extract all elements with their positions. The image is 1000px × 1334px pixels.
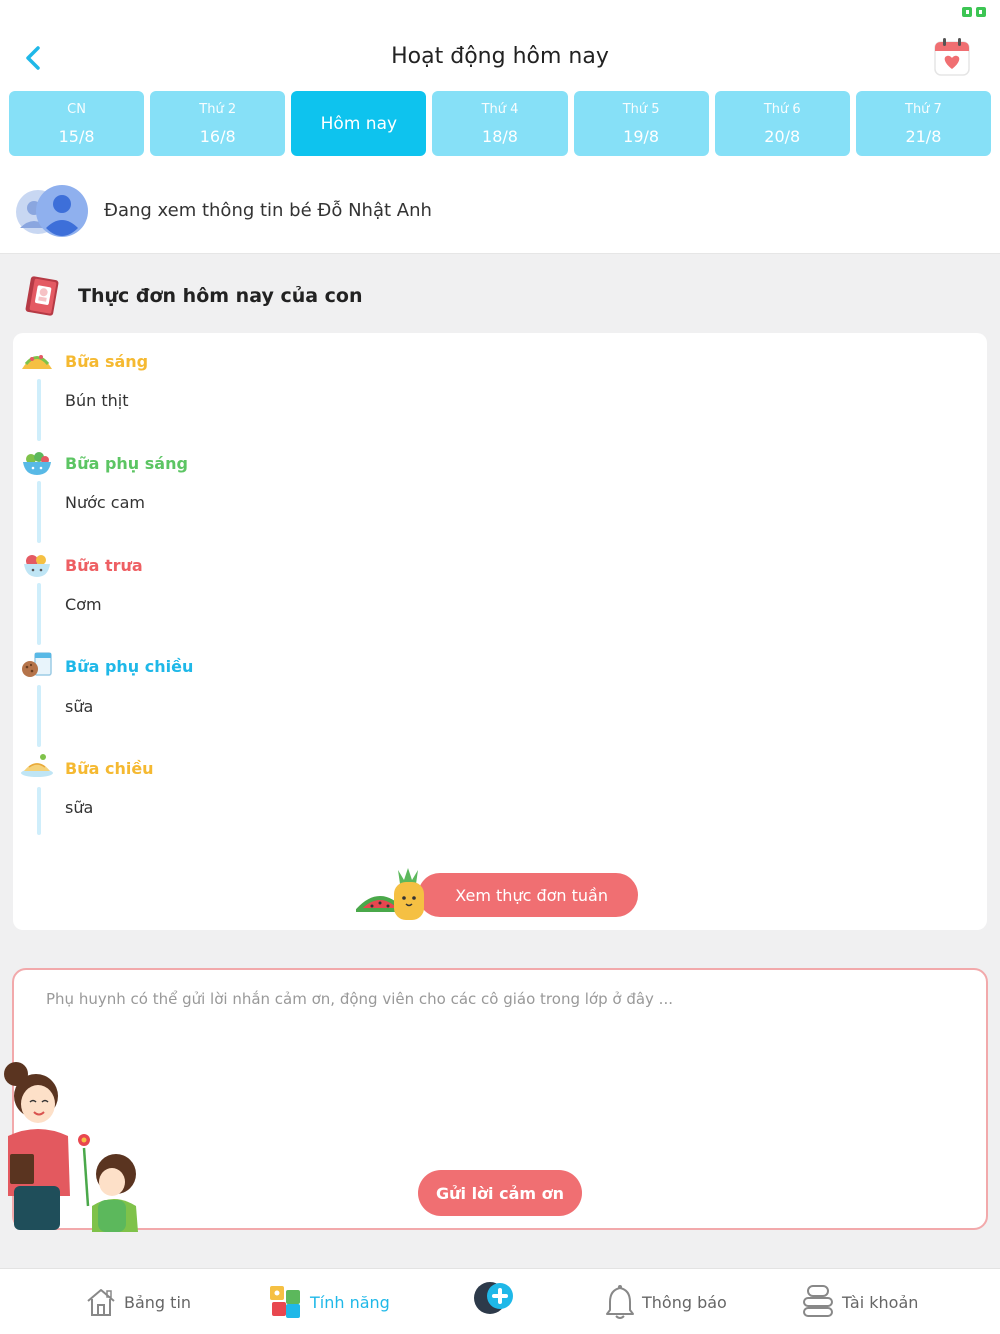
nav-add-button[interactable] bbox=[470, 1279, 518, 1317]
calendar-button[interactable] bbox=[932, 36, 972, 78]
day-today-label: Hôm nay bbox=[320, 113, 398, 134]
day-tab-monday[interactable]: Thứ 2 16/8 bbox=[150, 91, 286, 156]
child-avatar-switch-icon[interactable] bbox=[12, 184, 92, 238]
page-title: Hoạt động hôm nay bbox=[391, 44, 609, 69]
bottom-navigation: Bảng tin Tính năng Thông báo Tài khoản bbox=[0, 1268, 1000, 1334]
bell-icon bbox=[606, 1285, 634, 1319]
section-title: Thực đơn hôm nay của con bbox=[78, 285, 363, 307]
menu-card: Bữa sáng Bún thịt Bữa phụ sáng Nước cam … bbox=[13, 333, 987, 930]
day-name: Thứ 6 bbox=[763, 101, 801, 117]
day-date: 20/8 bbox=[764, 126, 801, 146]
timeline-line bbox=[37, 583, 41, 645]
nav-features[interactable]: Tính năng bbox=[268, 1283, 390, 1321]
send-thanks-label: Gửi lời cảm ơn bbox=[435, 1183, 564, 1203]
meal-title: Bữa phụ chiều bbox=[65, 657, 194, 676]
timeline-line bbox=[37, 481, 41, 543]
view-week-menu-label: Xem thực đơn tuần bbox=[455, 885, 608, 905]
day-date: 18/8 bbox=[482, 126, 518, 146]
meal-title: Bữa chiều bbox=[65, 759, 154, 778]
day-tabs: CN 15/8 Thứ 2 16/8 Hôm nay Thứ 4 18/8 Th… bbox=[0, 88, 1000, 160]
nav-news-feed[interactable]: Bảng tin bbox=[84, 1283, 191, 1321]
calendar-heart-icon bbox=[934, 38, 970, 76]
nav-label: Bảng tin bbox=[124, 1292, 192, 1312]
timeline-line bbox=[37, 379, 41, 441]
timeline-line bbox=[37, 787, 41, 835]
day-tab-sunday[interactable]: CN 15/8 bbox=[9, 91, 145, 156]
meal-title: Bữa sáng bbox=[65, 352, 149, 371]
taco-icon bbox=[22, 355, 52, 369]
teacher-child-illustration bbox=[4, 1062, 138, 1232]
meal-item: sữa bbox=[65, 798, 94, 817]
day-date: 21/8 bbox=[905, 126, 942, 146]
salad-bowl-icon bbox=[23, 452, 51, 475]
nav-label: Tài khoản bbox=[842, 1292, 919, 1312]
view-week-menu-button[interactable]: Xem thực đơn tuần bbox=[418, 873, 638, 917]
meal-title: Bữa phụ sáng bbox=[65, 454, 188, 473]
child-viewing-text: Đang xem thông tin bé Đỗ Nhật Anh bbox=[104, 200, 432, 221]
fruit-bowl-icon bbox=[24, 555, 50, 577]
meal-item: Nước cam bbox=[65, 493, 145, 512]
day-tab-friday[interactable]: Thứ 6 20/8 bbox=[714, 91, 850, 156]
nav-label: Tính năng bbox=[310, 1292, 390, 1312]
meal-item: Cơm bbox=[65, 595, 102, 614]
nav-label: Thông báo bbox=[642, 1292, 727, 1312]
day-date: 19/8 bbox=[623, 126, 660, 146]
day-tab-thursday[interactable]: Thứ 5 19/8 bbox=[573, 91, 709, 156]
thanks-message-input[interactable] bbox=[46, 990, 946, 1140]
day-tab-saturday[interactable]: Thứ 7 21/8 bbox=[855, 91, 991, 156]
nav-account[interactable]: Tài khoản bbox=[800, 1283, 918, 1321]
day-name: Thứ 7 bbox=[905, 101, 942, 117]
meal-item: sữa bbox=[65, 697, 94, 716]
day-date: 15/8 bbox=[58, 126, 95, 146]
noodle-plate-icon bbox=[21, 754, 53, 777]
day-name: Thứ 4 bbox=[481, 101, 519, 117]
day-tab-today[interactable]: Hôm nay bbox=[291, 91, 427, 156]
recipe-book-icon bbox=[25, 276, 59, 316]
day-name: Thứ 2 bbox=[199, 101, 237, 117]
meal-title: Bữa trưa bbox=[65, 556, 143, 575]
meal-item: Bún thịt bbox=[65, 391, 129, 410]
watermelon-pineapple-icon bbox=[356, 868, 424, 920]
timeline-line bbox=[37, 685, 41, 747]
battery-indicator-icon bbox=[962, 7, 986, 17]
day-name: Thứ 5 bbox=[622, 101, 660, 117]
nav-notifications[interactable]: Thông báo bbox=[604, 1283, 727, 1321]
account-stack-icon bbox=[803, 1285, 833, 1317]
day-name: CN bbox=[67, 101, 86, 117]
milk-cookie-icon bbox=[22, 652, 52, 677]
moon-plus-icon bbox=[474, 1282, 513, 1314]
day-date: 16/8 bbox=[199, 126, 236, 146]
house-icon bbox=[87, 1289, 115, 1316]
day-tab-wednesday[interactable]: Thứ 4 18/8 bbox=[432, 91, 568, 156]
send-thanks-button[interactable]: Gửi lời cảm ơn bbox=[418, 1170, 582, 1216]
puzzle-icon bbox=[270, 1286, 300, 1318]
